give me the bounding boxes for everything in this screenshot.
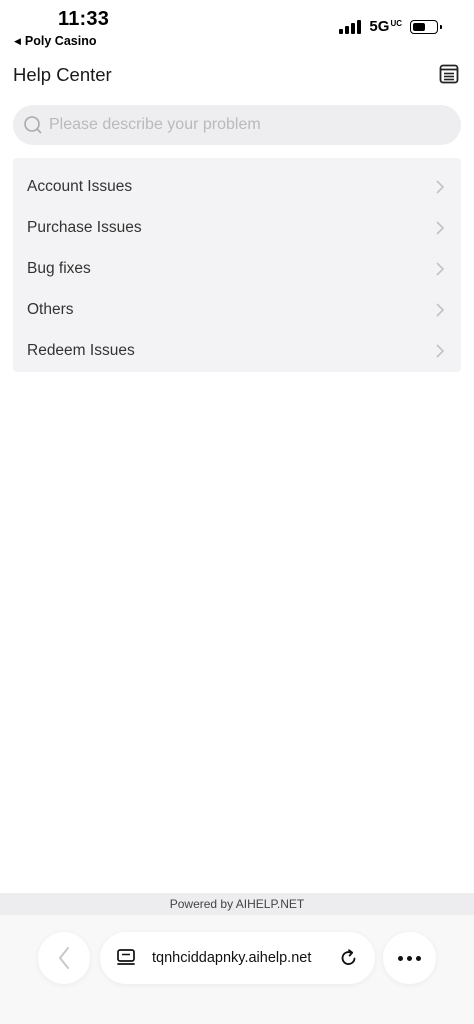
url-text[interactable]: tqnhciddapnky.aihelp.net — [152, 950, 339, 966]
powered-by-footer: Powered by AIHELP.NET — [0, 893, 474, 915]
status-time: 11:33 — [58, 8, 110, 30]
chevron-right-icon — [436, 302, 445, 317]
search-input[interactable] — [49, 116, 429, 134]
browser-back-button[interactable] — [38, 932, 90, 984]
more-button[interactable] — [383, 932, 436, 984]
list-icon[interactable] — [439, 64, 459, 84]
issue-item-redeem[interactable]: Redeem Issues — [13, 330, 461, 371]
back-to-app-link[interactable]: ◀ Poly Casino — [14, 34, 96, 48]
chevron-right-icon — [436, 220, 445, 235]
issue-item-account[interactable]: Account Issues — [13, 166, 461, 207]
status-indicators: 5G UC — [339, 18, 442, 35]
issue-item-bug-fixes[interactable]: Bug fixes — [13, 248, 461, 289]
cellular-signal-icon — [339, 19, 362, 34]
reload-icon[interactable] — [339, 948, 359, 968]
chevron-right-icon — [436, 261, 445, 276]
issue-label: Others — [27, 300, 74, 318]
issue-label: Redeem Issues — [27, 341, 135, 359]
network-label: 5G — [369, 18, 390, 35]
back-chevron-icon — [59, 947, 69, 969]
page-title: Help Center — [13, 64, 112, 85]
tabs-icon[interactable] — [116, 948, 136, 968]
search-icon — [24, 116, 42, 134]
search-bar[interactable] — [13, 105, 461, 145]
issue-item-others[interactable]: Others — [13, 289, 461, 330]
network-suffix: UC — [390, 19, 402, 28]
back-app-label: Poly Casino — [24, 34, 97, 48]
issue-label: Purchase Issues — [27, 218, 142, 236]
chevron-right-icon — [436, 343, 445, 358]
issue-label: Bug fixes — [27, 259, 91, 277]
back-triangle-icon: ◀ — [14, 35, 21, 46]
issue-item-purchase[interactable]: Purchase Issues — [13, 207, 461, 248]
network-type: 5G UC — [369, 18, 402, 35]
chevron-right-icon — [436, 179, 445, 194]
address-bar[interactable]: tqnhciddapnky.aihelp.net — [100, 932, 375, 984]
issue-label: Account Issues — [27, 177, 133, 195]
issue-list: Account Issues Purchase Issues Bug fixes… — [13, 158, 461, 372]
more-icon — [398, 955, 421, 961]
battery-icon — [410, 19, 442, 34]
